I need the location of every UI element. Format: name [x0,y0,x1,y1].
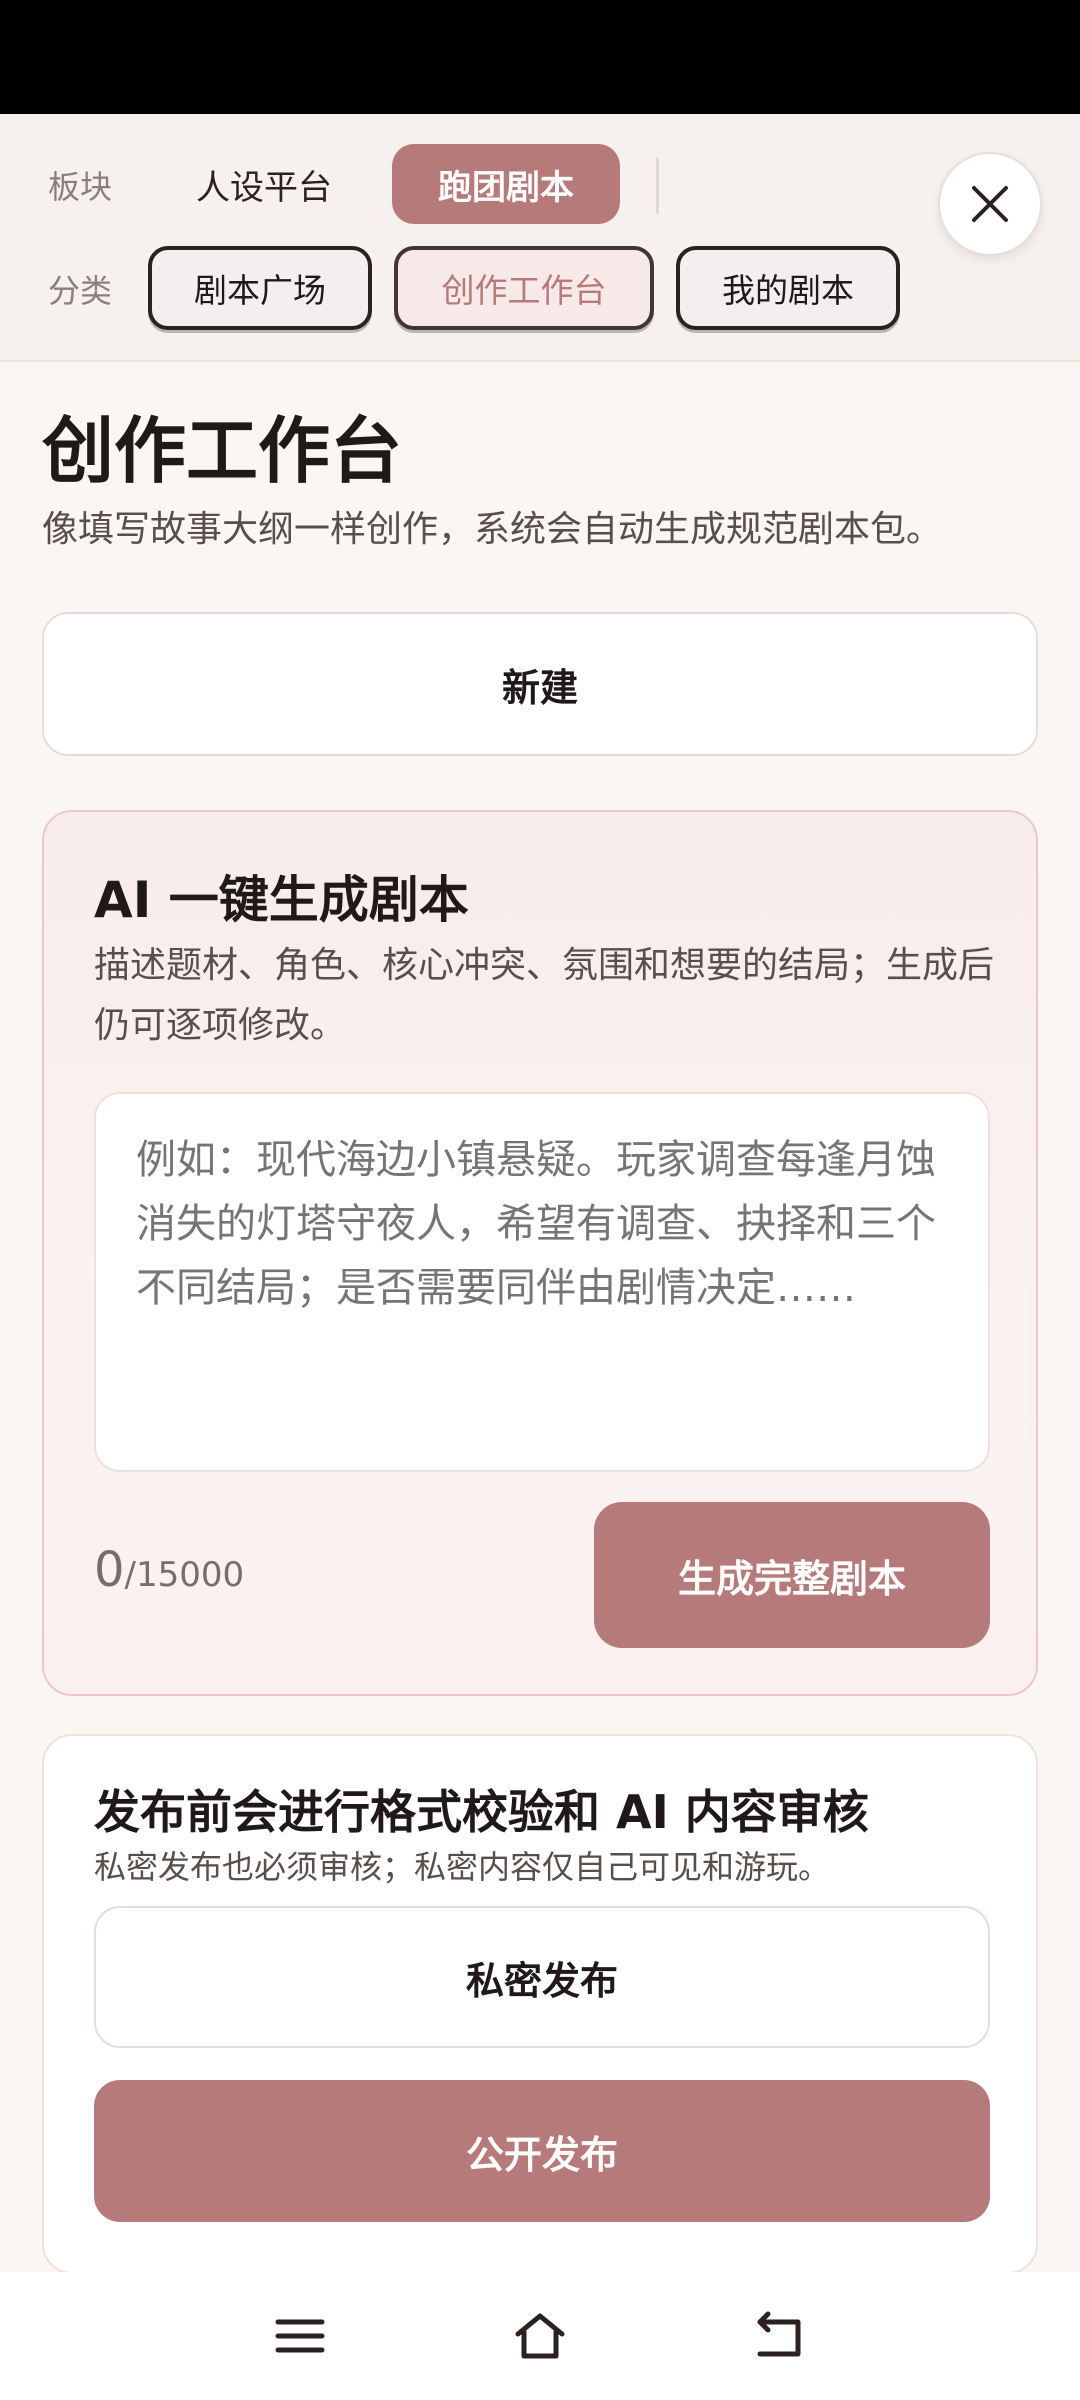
ai-card-title: AI 一键生成剧本 [94,871,469,929]
page-title: 创作工作台 [42,409,403,493]
category-script-square[interactable]: 剧本广场 [148,246,372,330]
publish-card-description: 私密发布也必须审核；私密内容仅自己可见和游玩。 [94,1848,831,1886]
script-prompt-input[interactable] [94,1092,990,1472]
divider [656,158,659,214]
publish-card-title: 发布前会进行格式校验和 AI 内容审核 [94,1785,869,1839]
generate-script-button[interactable]: 生成完整剧本 [594,1502,990,1648]
category-my-scripts[interactable]: 我的剧本 [676,246,900,330]
category-label: 分类 [48,272,113,310]
category-workbench[interactable]: 创作工作台 [394,246,654,330]
close-button[interactable] [938,152,1042,256]
public-publish-button[interactable]: 公开发布 [94,2080,990,2222]
character-count: 0 [94,1542,125,1598]
page-description: 像填写故事大纲一样创作，系统会自动生成规范剧本包。 [42,509,943,550]
home-icon[interactable] [512,2308,568,2364]
private-publish-button[interactable]: 私密发布 [94,1906,990,2048]
ai-generate-card: AI 一键生成剧本 描述题材、角色、核心冲突、氛围和想要的结局；生成后仍可逐项修… [42,810,1038,1696]
menu-icon[interactable] [272,2308,328,2364]
tab-persona-platform[interactable]: 人设平台 [166,144,362,224]
top-navigation: 板块 人设平台 跑团剧本 分类 剧本广场 创作工作台 我的剧本 [0,114,1080,362]
board-label: 板块 [48,168,113,206]
close-icon [972,186,1008,222]
tab-trpg-script[interactable]: 跑团剧本 [392,144,620,224]
status-bar [0,0,1080,114]
back-icon[interactable] [752,2308,808,2364]
character-max: /15000 [124,1555,245,1595]
ai-card-description: 描述题材、角色、核心冲突、氛围和想要的结局；生成后仍可逐项修改。 [94,945,995,1046]
new-button[interactable]: 新建 [42,612,1038,756]
publish-card: 发布前会进行格式校验和 AI 内容审核 私密发布也必须审核；私密内容仅自己可见和… [42,1734,1038,2274]
character-counter: 0/15000 [94,1542,244,1598]
system-navigation-bar [0,2272,1080,2400]
